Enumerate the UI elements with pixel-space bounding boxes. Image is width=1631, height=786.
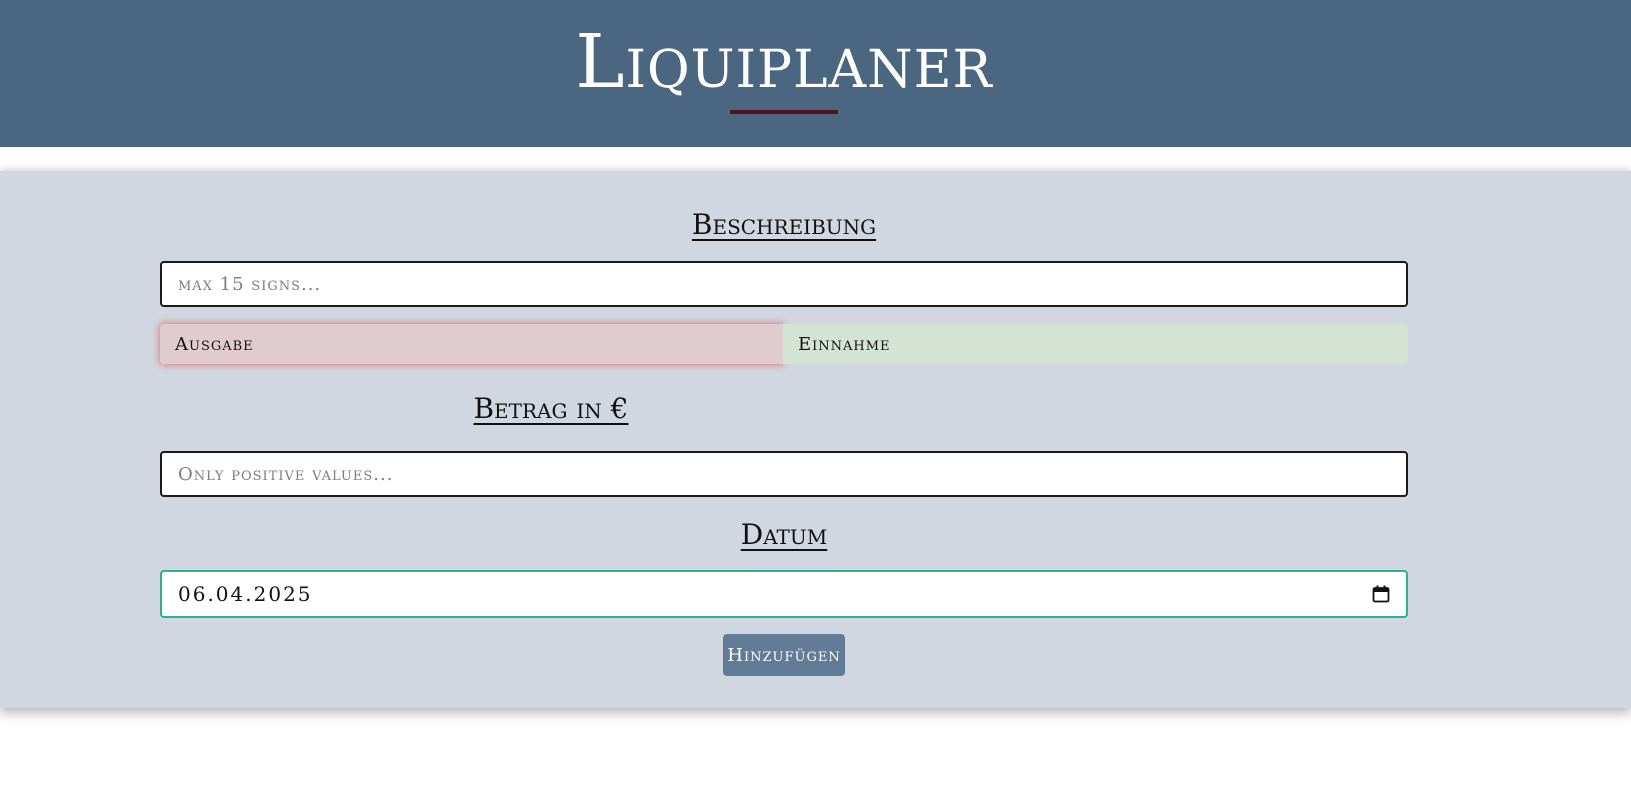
amount-input[interactable]: Only positive values... [160, 451, 1408, 497]
title-underline [730, 110, 838, 114]
app-title: Liquiplaner [575, 19, 993, 105]
transaction-type-toggle: Ausgabe Einnahme [160, 324, 1408, 364]
amount-placeholder: Only positive values... [178, 463, 394, 485]
description-input[interactable]: max 15 signs... [160, 261, 1408, 307]
date-label: Datum [740, 518, 828, 551]
app-header: Liquiplaner [0, 0, 1631, 147]
amount-label: Betrag in € [473, 392, 629, 425]
add-button[interactable]: Hinzufügen [723, 634, 845, 676]
description-placeholder: max 15 signs... [178, 273, 322, 295]
toggle-option-expense[interactable]: Ausgabe [160, 324, 783, 364]
toggle-option-expense-label: Ausgabe [175, 333, 254, 355]
toggle-option-income[interactable]: Einnahme [783, 324, 1408, 364]
date-value: 06.04.2025 [178, 582, 313, 606]
transaction-form [0, 171, 1631, 708]
date-input[interactable]: 06.04.2025 [160, 570, 1408, 618]
calendar-icon[interactable] [1372, 585, 1390, 603]
description-label: Beschreibung [691, 208, 877, 241]
toggle-option-income-label: Einnahme [798, 333, 891, 355]
